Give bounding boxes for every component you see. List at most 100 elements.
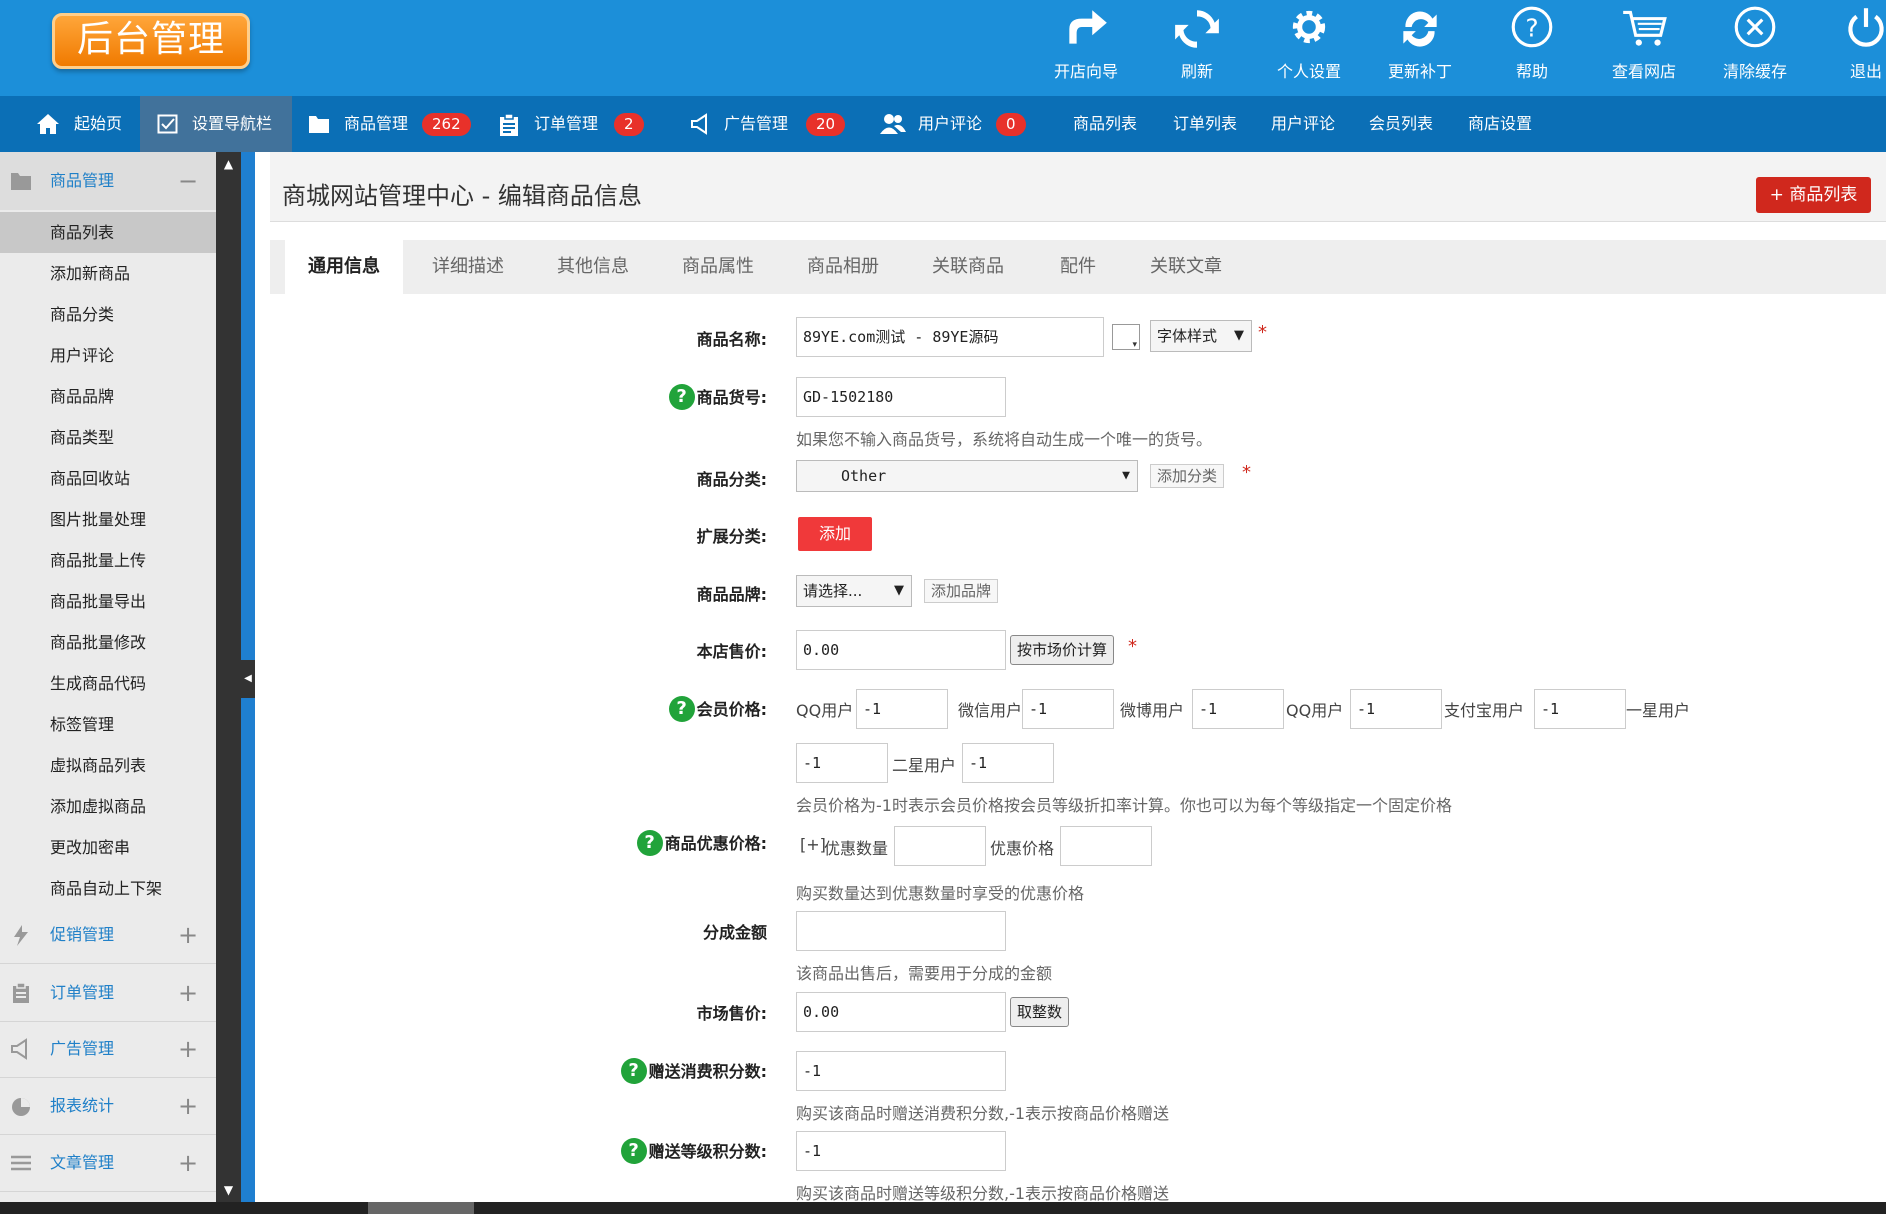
add-category-button[interactable]: 添加分类 — [1150, 464, 1225, 488]
shop-price-input[interactable]: 0.00 — [796, 630, 1006, 670]
personal-settings-button[interactable]: 个人设置 — [1253, 0, 1365, 96]
help-button[interactable]: ? 帮助 — [1476, 0, 1588, 96]
scroll-down-icon[interactable]: ▼ — [216, 1178, 241, 1202]
nav-home[interactable]: 起始页 — [0, 96, 140, 152]
nav-goods[interactable]: 商品管理 262 — [292, 96, 476, 152]
help-icon[interactable]: ? — [636, 829, 663, 856]
tab[interactable]: 其他信息 — [557, 240, 629, 294]
sidebar-item[interactable]: 用户评论 — [0, 335, 216, 376]
member-price-input[interactable]: -1 — [796, 743, 888, 783]
sidebar-item[interactable]: 标签管理 — [0, 704, 216, 745]
expand-plus-icon[interactable]: + — [178, 1020, 198, 1078]
font-style-select[interactable]: 字体样式 ▼ — [1150, 320, 1252, 352]
goods-sn-input[interactable]: GD-1502180 — [796, 377, 1006, 417]
scroll-thumb[interactable] — [368, 1202, 474, 1214]
color-picker-icon[interactable]: ▾ — [1112, 324, 1140, 350]
help-icon[interactable]: ? — [668, 695, 695, 722]
sidebar-item[interactable]: 图片批量处理 — [0, 499, 216, 540]
sidebar-group[interactable]: 广告管理 + — [0, 1020, 216, 1078]
round-price-button[interactable]: 取整数 — [1010, 997, 1070, 1027]
expand-plus-icon[interactable]: + — [178, 964, 198, 1022]
sidebar-scrollbar[interactable]: ▲ ▼ — [216, 152, 241, 1202]
sidebar-group[interactable]: 文章管理 + — [0, 1134, 216, 1192]
tab[interactable]: 商品属性 — [682, 240, 754, 294]
update-patch-button[interactable]: 更新补丁 — [1364, 0, 1476, 96]
expand-plus-icon[interactable]: + — [178, 1134, 198, 1192]
sidebar-group[interactable]: 报表统计 + — [0, 1077, 216, 1135]
help-icon[interactable]: ? — [620, 1137, 647, 1164]
calc-by-market-price-button[interactable]: 按市场价计算 — [1010, 635, 1115, 665]
help-icon[interactable]: ? — [668, 383, 695, 410]
member-price-input[interactable]: -1 — [1022, 689, 1114, 729]
sidebar-item[interactable]: 虚拟商品列表 — [0, 745, 216, 786]
goods-name-input[interactable]: 89YE.com测试 - 89YE源码 — [796, 317, 1104, 357]
tab[interactable]: 关联文章 — [1150, 240, 1222, 294]
tab-general[interactable]: 通用信息 — [285, 240, 403, 294]
logout-button[interactable]: 退出 — [1810, 0, 1886, 96]
sidebar-group[interactable]: 促销管理 + — [0, 906, 216, 964]
promo-price-input[interactable] — [1060, 826, 1152, 866]
nav-shop-settings[interactable]: 商店设置 — [1455, 96, 1545, 152]
shop-price-label: 本店售价: — [696, 642, 767, 661]
add-ext-category-button[interactable]: 添加 — [798, 517, 872, 551]
sidebar-item[interactable]: 商品分类 — [0, 294, 216, 335]
member-price-input[interactable]: -1 — [1192, 689, 1284, 729]
sidebar-item[interactable]: 商品批量导出 — [0, 581, 216, 622]
sidebar-group[interactable]: 订单管理 + — [0, 964, 216, 1022]
goods-brand-select[interactable]: 请选择... ▼ — [796, 575, 912, 607]
split-amount-input[interactable] — [796, 911, 1006, 951]
expand-plus-icon[interactable]: + — [178, 1077, 198, 1135]
expand-plus-icon[interactable]: + — [178, 906, 198, 964]
collapse-minus-icon[interactable]: − — [178, 152, 198, 210]
sidebar-item[interactable]: 商品自动上下架 — [0, 868, 216, 909]
promo-qty-input[interactable] — [894, 826, 986, 866]
nav-orders[interactable]: 订单管理 2 — [476, 96, 668, 152]
market-price-input[interactable]: 0.00 — [796, 992, 1006, 1032]
collapse-arrow-icon[interactable]: ◀ — [241, 660, 255, 698]
sidebar-item[interactable]: 添加新商品 — [0, 253, 216, 294]
member-price-input[interactable]: -1 — [1350, 689, 1442, 729]
nav-ads[interactable]: 广告管理 20 — [668, 96, 860, 152]
tab[interactable]: 关联商品 — [932, 240, 1004, 294]
sidebar-item[interactable]: 添加虚拟商品 — [0, 786, 216, 827]
tab[interactable]: 配件 — [1060, 240, 1096, 294]
store-guide-button[interactable]: 开店向导 — [1030, 0, 1142, 96]
help-icon[interactable]: ? — [620, 1057, 647, 1084]
member-price-input[interactable]: -1 — [1534, 689, 1626, 729]
sidebar-item[interactable]: 商品回收站 — [0, 458, 216, 499]
view-store-button[interactable]: 查看网店 — [1588, 0, 1700, 96]
sidebar-item[interactable]: 商品品牌 — [0, 376, 216, 417]
member-price-input[interactable]: -1 — [962, 743, 1054, 783]
nav-user-comments[interactable]: 用户评论 — [1258, 96, 1348, 152]
sidebar-item[interactable]: 生成商品代码 — [0, 663, 216, 704]
sidebar-item[interactable]: 更改加密串 — [0, 827, 216, 868]
tab[interactable]: 商品相册 — [807, 240, 879, 294]
goods-list-button[interactable]: + 商品列表 — [1756, 177, 1871, 213]
nav-settings[interactable]: 设置导航栏 — [140, 96, 292, 152]
goods-category-select[interactable]: Other ▼ — [796, 460, 1138, 492]
clear-cache-button[interactable]: 清除缓存 — [1699, 0, 1811, 96]
sidebar-item[interactable]: 商品批量修改 — [0, 622, 216, 663]
add-brand-button[interactable]: 添加品牌 — [924, 579, 999, 603]
nav-comments[interactable]: 用户评论 0 — [860, 96, 1052, 152]
svg-text:?: ? — [1525, 13, 1538, 42]
nav-order-list[interactable]: 订单列表 — [1160, 96, 1250, 152]
horizontal-scrollbar[interactable] — [0, 1202, 1886, 1214]
sidebar-item[interactable]: 商品批量上传 — [0, 540, 216, 581]
nav-goods-list[interactable]: 商品列表 — [1060, 96, 1150, 152]
member-level-label: QQ用户 — [796, 701, 854, 720]
required-star: * — [1128, 636, 1137, 657]
add-promo-row-button[interactable]: [+] — [800, 835, 826, 854]
tab[interactable]: 详细描述 — [432, 240, 504, 294]
nav-member-list[interactable]: 会员列表 — [1356, 96, 1446, 152]
page-header: 商城网站管理中心 - 编辑商品信息 + 商品列表 — [270, 152, 1886, 222]
main-content: 商城网站管理中心 - 编辑商品信息 + 商品列表 通用信息 详细描述 其他信息 商品属… — [270, 152, 1886, 1203]
sidebar-item[interactable]: 商品类型 — [0, 417, 216, 458]
scroll-up-icon[interactable]: ▲ — [216, 152, 241, 176]
give-points-input[interactable]: -1 — [796, 1051, 1006, 1091]
member-price-input[interactable]: -1 — [856, 689, 948, 729]
sidebar-group-goods[interactable]: 商品管理 − — [0, 152, 216, 210]
refresh-button[interactable]: 刷新 — [1141, 0, 1253, 96]
sidebar-item[interactable]: 商品列表 — [0, 212, 216, 253]
rank-points-input[interactable]: -1 — [796, 1131, 1006, 1171]
